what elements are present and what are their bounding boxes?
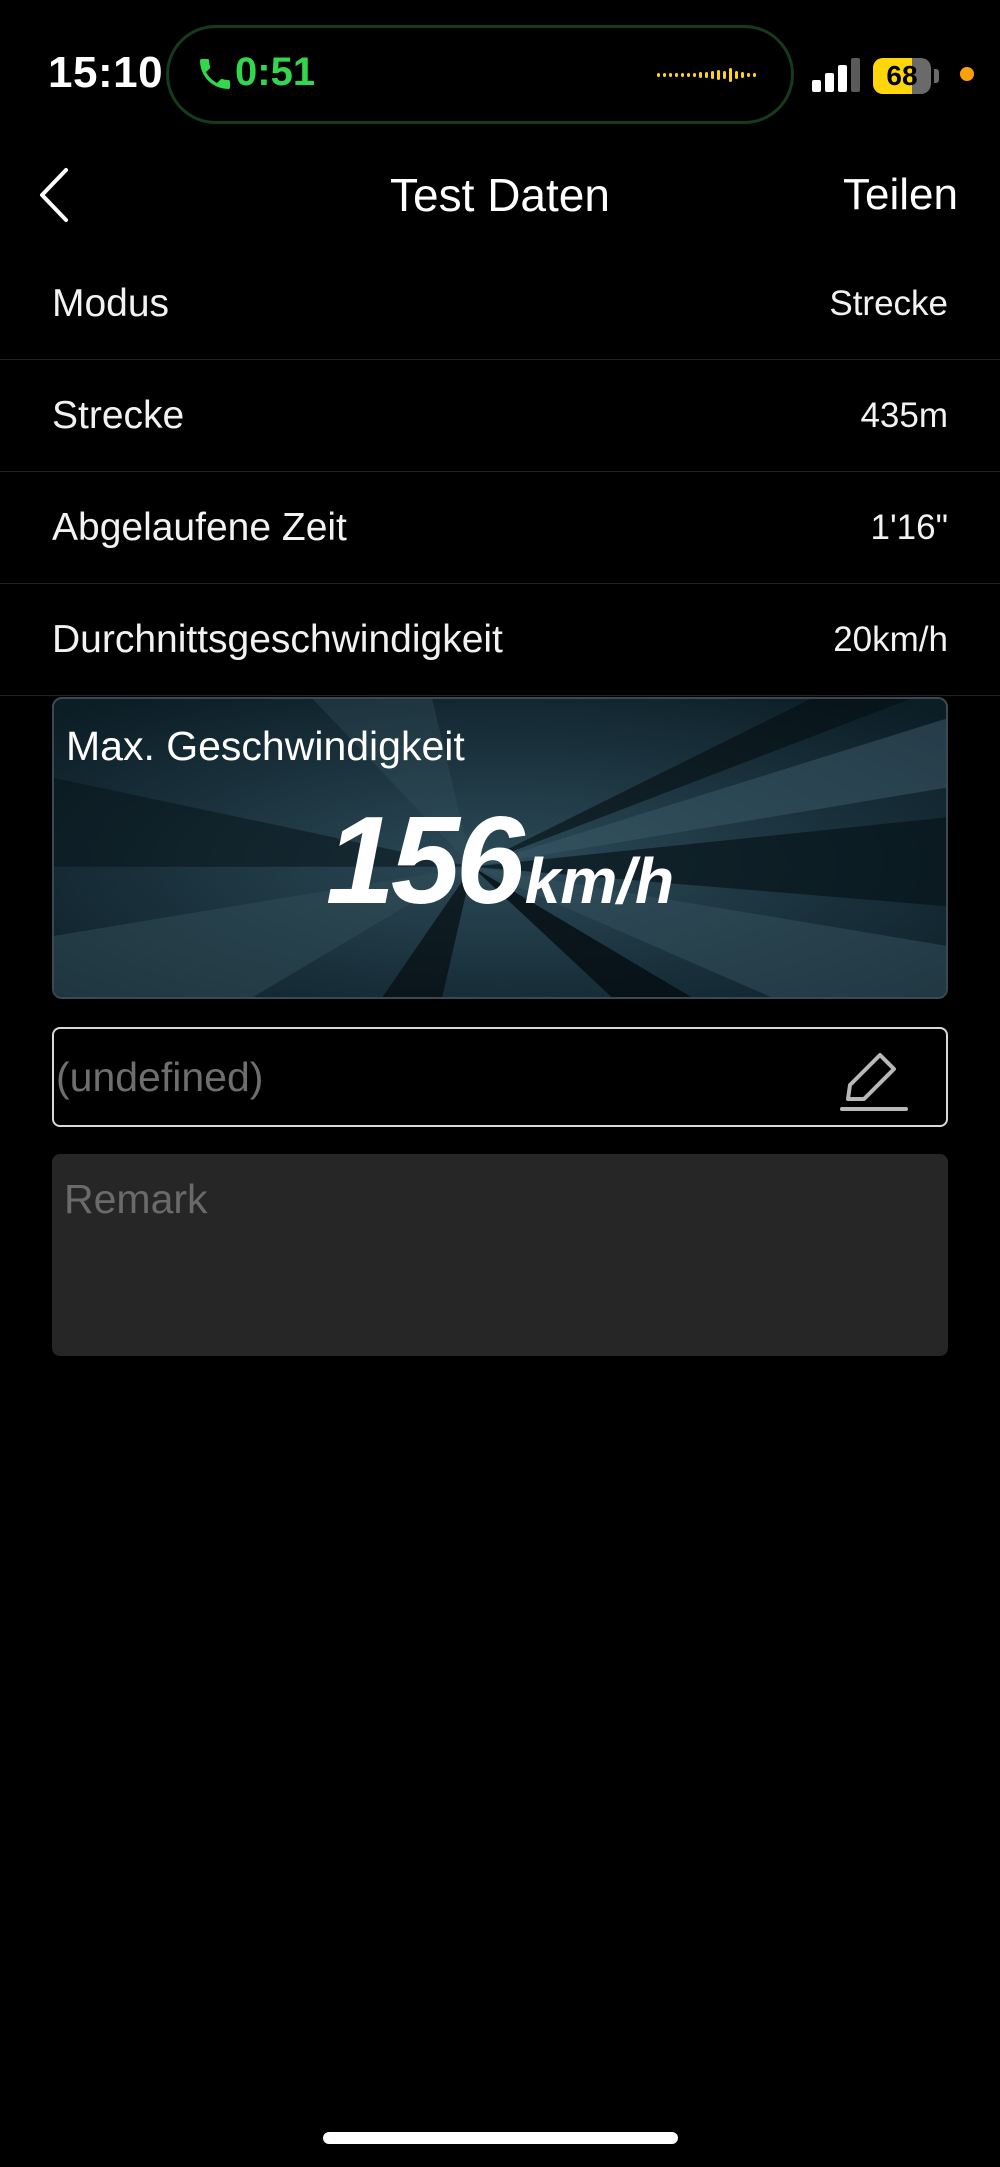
detail-label: Abgelaufene Zeit bbox=[52, 506, 347, 549]
detail-value: 435m bbox=[860, 396, 948, 435]
pencil-edit-icon[interactable] bbox=[834, 1041, 910, 1117]
active-call-pill[interactable]: 0:51 bbox=[166, 25, 794, 124]
test-name-input[interactable] bbox=[54, 1029, 836, 1125]
detail-label: Strecke bbox=[52, 394, 185, 437]
home-indicator[interactable] bbox=[323, 2132, 678, 2144]
status-bar: 15:10 0:51 68 bbox=[0, 0, 1000, 150]
detail-row-average-speed: Durchnittsgeschwindigkeit 20km/h bbox=[0, 584, 1000, 696]
detail-row-mode: Modus Strecke bbox=[0, 248, 1000, 360]
audio-waveform-icon bbox=[657, 68, 756, 82]
detail-label: Durchnittsgeschwindigkeit bbox=[52, 618, 503, 661]
detail-value: 20km/h bbox=[833, 620, 948, 659]
detail-value: Strecke bbox=[829, 284, 948, 323]
cellular-signal-icon bbox=[812, 58, 860, 92]
detail-label: Modus bbox=[52, 282, 170, 325]
max-speed-readout: 156km/h bbox=[54, 799, 946, 923]
max-speed-value: 156 bbox=[325, 792, 525, 930]
test-details-list: Modus Strecke Strecke 435m Abgelaufene Z… bbox=[0, 248, 1000, 696]
phone-icon bbox=[200, 59, 230, 89]
status-time: 15:10 bbox=[48, 48, 164, 97]
detail-row-distance: Strecke 435m bbox=[0, 360, 1000, 472]
privacy-indicator-dot bbox=[960, 67, 974, 81]
detail-value: 1'16" bbox=[870, 508, 948, 547]
battery-level: 68 bbox=[886, 60, 918, 91]
remark-textarea[interactable] bbox=[52, 1154, 948, 1356]
max-speed-card: Max. Geschwindigkeit 156km/h bbox=[52, 697, 948, 999]
share-button[interactable]: Teilen bbox=[843, 160, 958, 230]
battery-icon: 68 bbox=[873, 58, 939, 94]
detail-row-elapsed-time: Abgelaufene Zeit 1'16" bbox=[0, 472, 1000, 584]
test-name-field[interactable] bbox=[52, 1027, 948, 1127]
call-duration: 0:51 bbox=[235, 50, 316, 94]
max-speed-unit: km/h bbox=[524, 845, 675, 917]
max-speed-label: Max. Geschwindigkeit bbox=[66, 723, 465, 769]
